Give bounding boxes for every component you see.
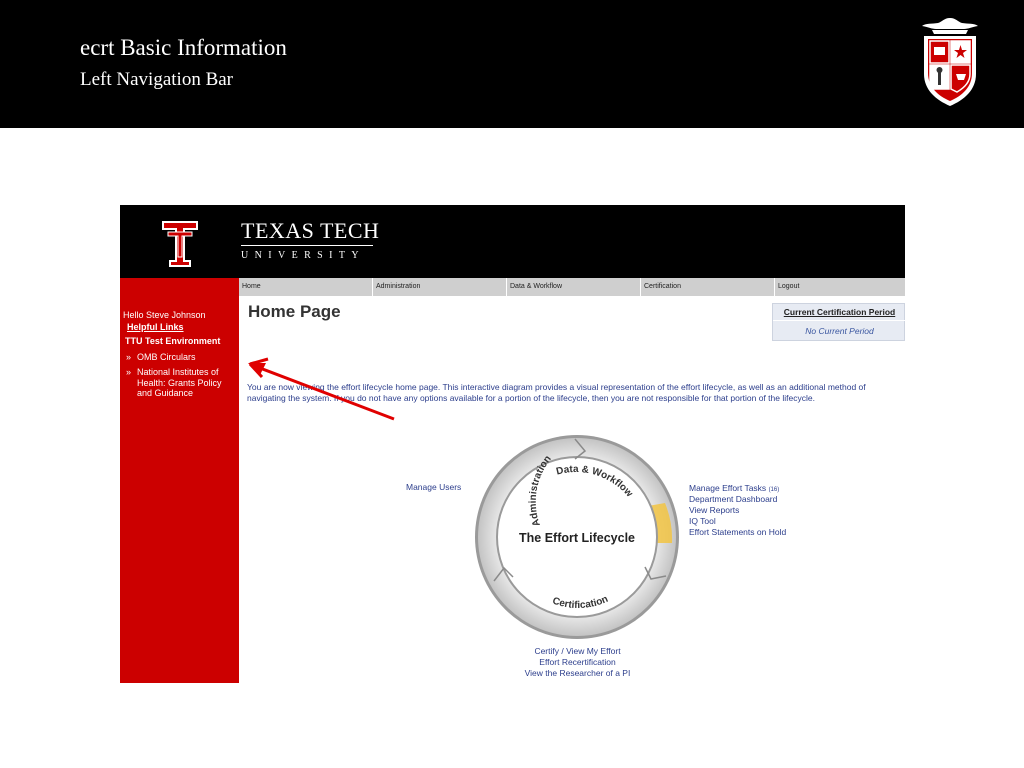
link-view-reports[interactable]: View Reports: [689, 505, 739, 516]
ecrt-screenshot: TEXAS TECH UNIVERSITY Hello Steve Johnso…: [120, 205, 905, 683]
link-certify-view-my-effort[interactable]: Certify / View My Effort: [500, 646, 655, 657]
link-view-researcher-of-pi[interactable]: View the Researcher of a PI: [500, 668, 655, 679]
link-label: Manage Effort Tasks: [689, 483, 767, 493]
tab-administration[interactable]: Administration: [373, 278, 506, 296]
link-effort-statements-on-hold[interactable]: Effort Statements on Hold: [689, 527, 786, 538]
top-tab-bar: Home Administration Data & Workflow Cert…: [239, 278, 905, 296]
box-divider: [773, 320, 905, 321]
sidebar-link-omb-circulars[interactable]: OMB Circulars: [137, 352, 196, 363]
tab-data-workflow[interactable]: Data & Workflow: [507, 278, 640, 296]
tab-home[interactable]: Home: [239, 278, 372, 296]
environment-label: TTU Test Environment: [125, 336, 221, 346]
left-navigation-bar: Hello Steve Johnson Helpful Links TTU Te…: [120, 278, 239, 683]
link-department-dashboard[interactable]: Department Dashboard: [689, 494, 777, 505]
page-title: Home Page: [248, 302, 341, 321]
ttu-wordmark: TEXAS TECH: [241, 218, 380, 243]
tab-certification[interactable]: Certification: [641, 278, 774, 296]
helpful-links-link[interactable]: Helpful Links: [127, 322, 184, 333]
certification-period-box: Current Certification Period No Current …: [772, 303, 905, 341]
slide-subtitle: Left Navigation Bar: [80, 69, 234, 90]
slide-title: ecrt Basic Information: [80, 35, 287, 60]
ttu-university-label: UNIVERSITY: [241, 250, 365, 261]
ttu-banner: TEXAS TECH UNIVERSITY: [120, 205, 905, 278]
red-arrow: [248, 357, 395, 421]
link-manage-users[interactable]: Manage Users: [406, 482, 461, 493]
greeting-text: Hello Steve Johnson: [123, 310, 206, 320]
double-t-logo-icon: [162, 221, 198, 267]
sidebar-link-nih-grants-policy[interactable]: National Institutes of Health: Grants Po…: [137, 367, 235, 399]
link-effort-recertification[interactable]: Effort Recertification: [500, 657, 655, 668]
tab-logout[interactable]: Logout: [775, 278, 905, 296]
certification-period-header[interactable]: Current Certification Period: [773, 307, 905, 317]
bullet-icon: »: [126, 352, 132, 362]
wordmark-rule: [241, 245, 373, 246]
bullet-icon: »: [126, 367, 132, 377]
lifecycle-center-label: The Effort Lifecycle: [519, 531, 635, 545]
task-count-badge: (16): [768, 487, 780, 493]
certification-period-value: No Current Period: [805, 326, 874, 336]
ttu-system-crest-icon: [922, 18, 978, 106]
link-iq-tool[interactable]: IQ Tool: [689, 516, 716, 527]
slide-header: ecrt Basic Information Left Navigation B…: [0, 0, 1024, 128]
effort-lifecycle-diagram: Administration Data & Workflow Certifica…: [475, 435, 679, 639]
